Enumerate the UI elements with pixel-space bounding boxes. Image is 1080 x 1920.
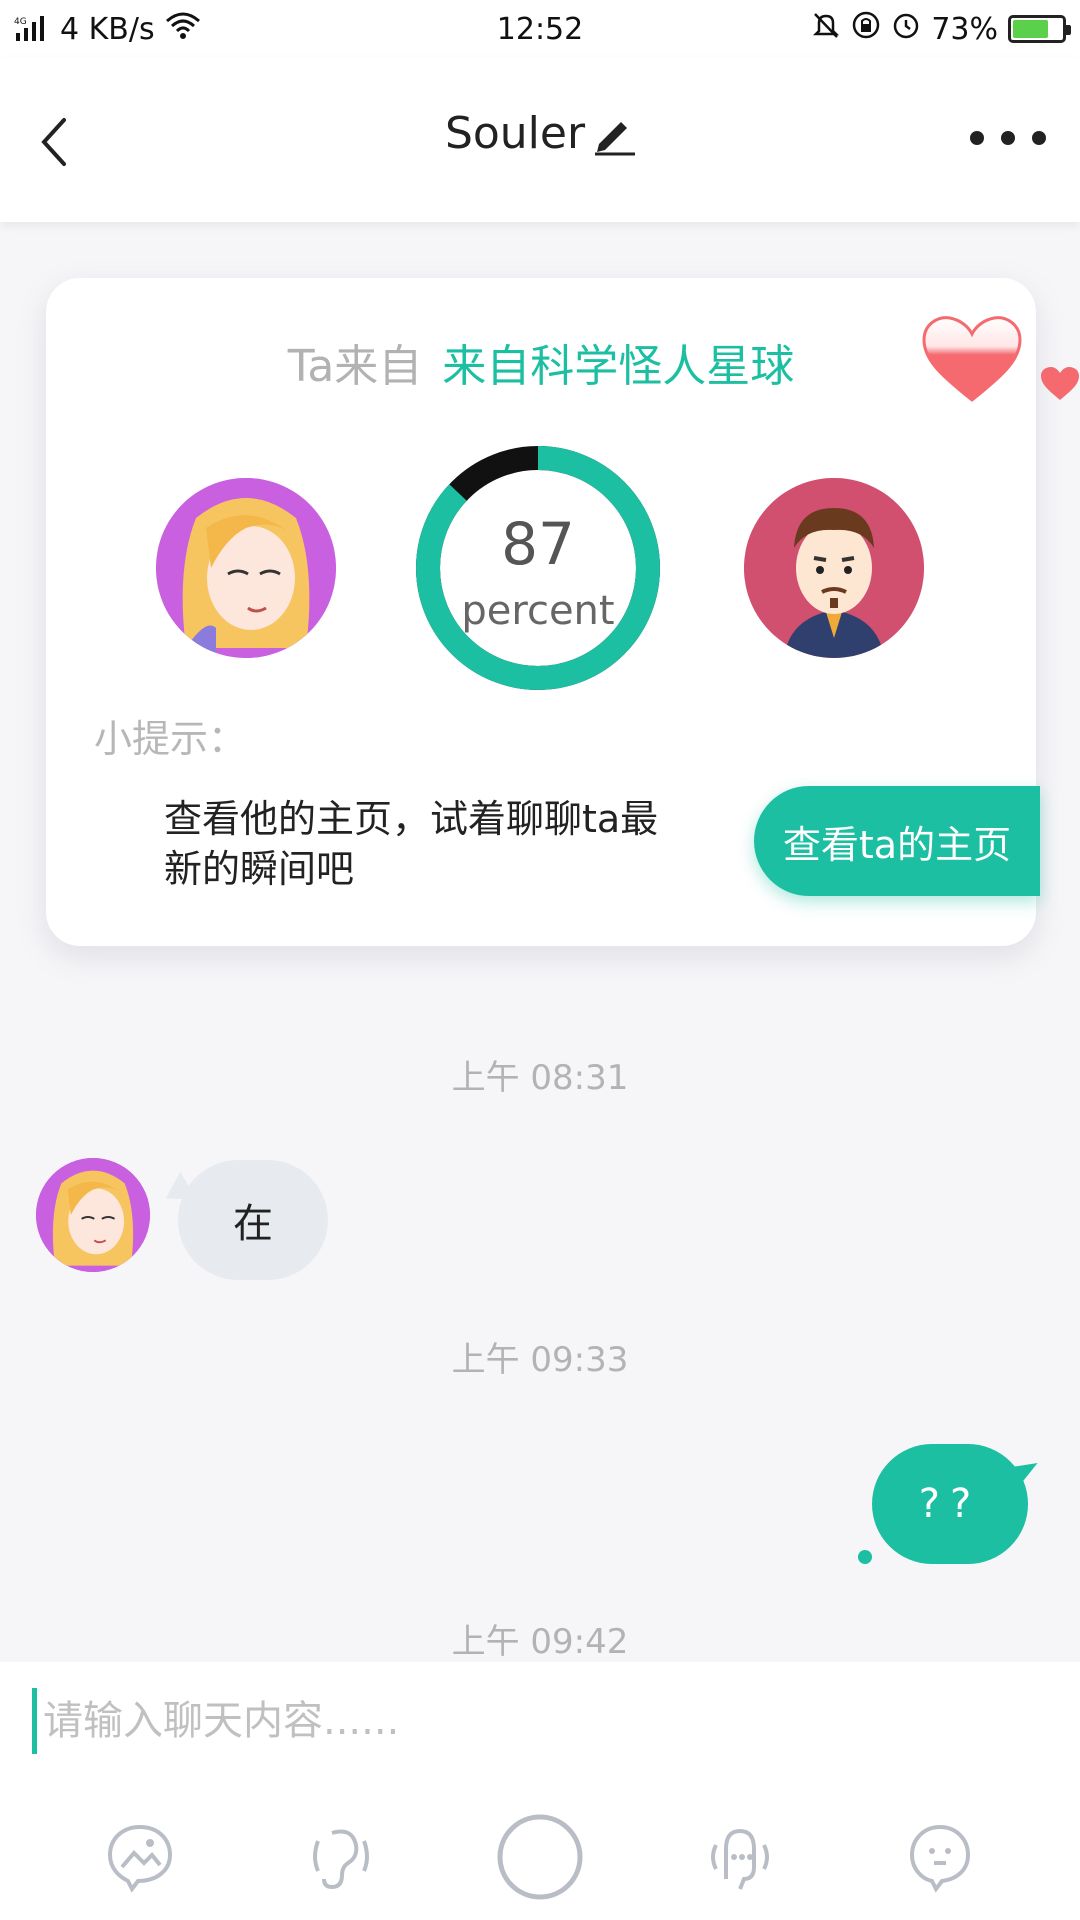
dot-icon — [970, 131, 984, 145]
view-profile-button[interactable]: 查看ta的主页 — [754, 786, 1040, 896]
match-unit: percent — [461, 588, 615, 634]
outgoing-message[interactable]: ?? — [872, 1444, 1028, 1564]
emoji-icon — [909, 1824, 971, 1893]
wifi-icon — [165, 11, 201, 47]
my-avatar[interactable] — [156, 478, 336, 658]
battery-icon — [1008, 15, 1071, 43]
match-value: 87 — [501, 510, 575, 578]
input-toolbar — [0, 1802, 1080, 1912]
origin-prefix: Ta来自 — [287, 341, 423, 392]
tip-text: 查看他的主页，试着聊聊ta最新的瞬间吧 — [164, 797, 659, 891]
more-options-button[interactable] — [970, 126, 1046, 150]
message-timestamp: 上午 08:31 — [451, 1058, 629, 1098]
input-area — [0, 1662, 1080, 1920]
sender-avatar[interactable] — [36, 1158, 150, 1272]
message-input[interactable] — [32, 1688, 932, 1754]
edit-pencil-icon[interactable] — [591, 112, 636, 156]
status-left: 4G 4 KB/s — [14, 11, 201, 47]
girl-avatar-illustration — [36, 1158, 150, 1272]
incoming-message[interactable]: 在 — [178, 1160, 328, 1280]
image-icon — [107, 1824, 173, 1893]
heart-icon[interactable] — [922, 314, 1022, 404]
alarm-icon — [891, 10, 921, 48]
origin-place[interactable]: 来自科学怪人星球 — [442, 341, 794, 392]
voice-changer-button[interactable] — [692, 1809, 788, 1905]
battery-percent: 73% — [931, 11, 998, 47]
voice-changer-icon — [711, 1828, 769, 1890]
girl-avatar-illustration — [156, 478, 336, 658]
rotation-lock-icon — [851, 10, 881, 48]
status-right: 73% — [811, 10, 1071, 48]
voice-icon — [313, 1829, 369, 1890]
image-button[interactable] — [92, 1809, 188, 1905]
record-icon — [497, 1814, 583, 1900]
dot-icon — [1001, 131, 1015, 145]
man-avatar-illustration — [744, 478, 924, 658]
chat-header: Souler — [0, 58, 1080, 222]
message-timestamp: 上午 09:33 — [451, 1340, 629, 1380]
sent-status-dot — [858, 1550, 872, 1564]
signal-icon: 4G — [14, 15, 50, 43]
message-timestamp: 上午 09:42 — [451, 1622, 629, 1662]
network-speed: 4 KB/s — [60, 11, 155, 47]
tip-label: 小提示： — [94, 717, 247, 761]
emoji-button[interactable] — [892, 1809, 988, 1905]
contact-avatar[interactable] — [744, 478, 924, 658]
battery-level — [1013, 20, 1049, 38]
voice-button[interactable] — [292, 1809, 388, 1905]
contact-name: Souler — [444, 108, 586, 159]
header-title[interactable]: Souler — [0, 108, 1080, 159]
match-card: Ta来自 来自科学怪人星球 87 percent 小提示： 查看他的主页，试着聊… — [46, 278, 1079, 946]
dot-icon — [1032, 131, 1046, 145]
status-bar: 4G 4 KB/s 12:52 73% — [0, 0, 1080, 58]
origin-line: Ta来自 来自科学怪人星球 — [46, 330, 1036, 394]
small-heart-icon — [1041, 367, 1079, 400]
mute-bell-icon — [811, 10, 841, 48]
match-score: 87 percent — [402, 432, 674, 704]
record-button[interactable] — [492, 1809, 588, 1905]
svg-text:4G: 4G — [14, 17, 27, 27]
